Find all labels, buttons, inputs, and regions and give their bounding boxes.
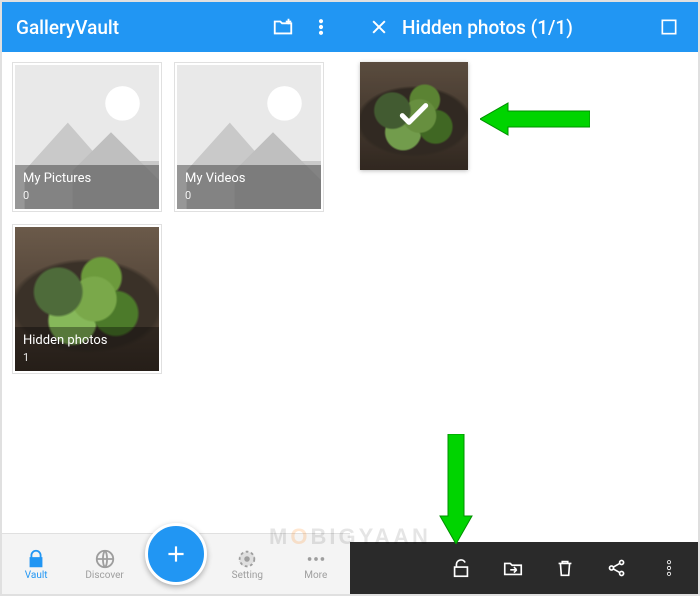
plus-icon [163,541,189,567]
close-icon [369,17,389,37]
selection-title: Hidden photos (1/1) [402,16,650,39]
right-screen: Hidden photos (1/1) [350,2,698,594]
move-folder-icon [502,557,524,579]
folder-name: My Videos [185,171,246,186]
nav-more[interactable]: More [288,548,344,581]
folder-grid-area: My Pictures 0 My Videos 0 [2,52,350,534]
folder-tile-hidden-photos[interactable]: Hidden photos 1 [12,224,162,374]
delete-button[interactable] [542,545,588,591]
left-overflow-button[interactable] [302,8,340,46]
folder-caption: My Pictures 0 [15,165,159,209]
checkbox-outline-icon [659,17,679,37]
bottom-action-bar [350,542,698,594]
folder-tile-my-pictures[interactable]: My Pictures 0 [12,62,162,212]
more-horiz-icon [305,548,327,570]
folder-name: Hidden photos [23,333,108,348]
photo-grid-area [350,52,698,542]
nav-label: More [304,570,327,581]
checkmark-icon [394,94,434,134]
folder-count: 0 [185,189,313,203]
right-overflow-button[interactable] [646,545,692,591]
folder-tile-my-videos[interactable]: My Videos 0 [174,62,324,212]
folder-plus-icon [272,16,294,38]
add-fab[interactable] [145,523,207,585]
gear-icon [236,548,258,570]
fab-slot [145,523,207,585]
nav-setting[interactable]: Setting [219,548,275,581]
share-button[interactable] [594,545,640,591]
photo-tile-1[interactable] [360,62,468,170]
share-icon [606,557,628,579]
more-vert-icon [311,17,331,37]
left-screen: GalleryVault [2,2,350,594]
app-title: GalleryVault [16,16,264,39]
select-all-button[interactable] [650,8,688,46]
move-button[interactable] [490,545,536,591]
close-selection-button[interactable] [360,8,398,46]
folder-count: 1 [23,351,151,365]
unhide-button[interactable] [438,545,484,591]
unlock-icon [450,557,472,579]
nav-label: Discover [85,570,124,581]
nav-label: Setting [232,570,263,581]
more-vert-icon [659,558,679,578]
trash-icon [554,557,576,579]
new-folder-button[interactable] [264,8,302,46]
folder-name: My Pictures [23,171,91,186]
bottom-nav: Vault Discover Setting [2,533,350,594]
left-app-bar: GalleryVault [2,2,350,52]
lock-icon [25,548,47,570]
folder-caption: My Videos 0 [177,165,321,209]
folder-count: 0 [23,189,151,203]
nav-label: Vault [25,570,48,581]
nav-vault[interactable]: Vault [8,548,64,581]
folder-caption: Hidden photos 1 [15,327,159,371]
globe-icon [94,548,116,570]
right-app-bar: Hidden photos (1/1) [350,2,698,52]
nav-discover[interactable]: Discover [77,548,133,581]
